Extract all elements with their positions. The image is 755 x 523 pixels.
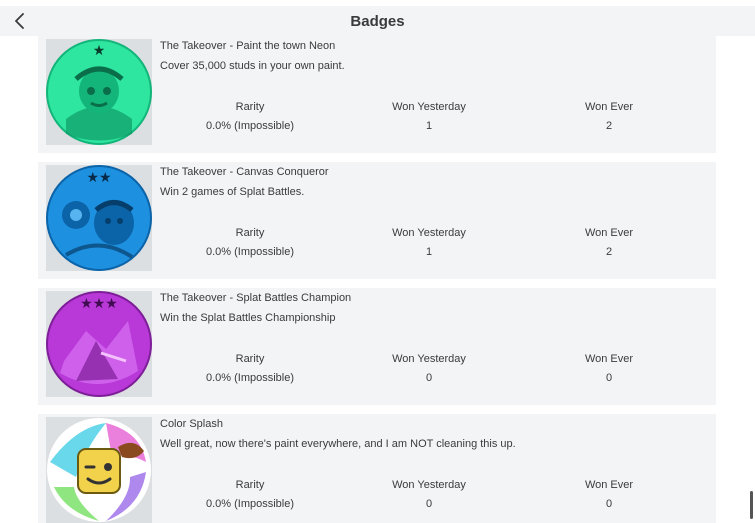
page-title: Badges xyxy=(350,13,405,30)
badge-description: Win 2 games of Splat Battles. xyxy=(160,186,305,198)
badge-list[interactable]: ★ The Takeover - Paint the town Neon Cov… xyxy=(38,36,716,523)
badge-image: ★ xyxy=(46,39,152,145)
won-ever-label: Won Ever xyxy=(584,227,634,239)
badge-image: ★★★ xyxy=(46,291,152,397)
won-ever-stat: Won Ever 2 xyxy=(534,101,684,132)
won-ever-stat: Won Ever 0 xyxy=(534,479,684,510)
badge-thumbnail[interactable]: ★★★ xyxy=(46,291,152,397)
badge-image xyxy=(46,417,152,523)
won-ever-stat: Won Ever 2 xyxy=(534,227,684,258)
won-ever-label: Won Ever xyxy=(584,101,634,113)
won-yesterday-stat: Won Yesterday 1 xyxy=(354,101,504,132)
won-yesterday-value: 1 xyxy=(425,120,433,132)
badge-thumbnail[interactable] xyxy=(46,417,152,523)
badge-stars: ★ xyxy=(93,43,106,59)
won-ever-label: Won Ever xyxy=(584,479,634,491)
rarity-label: Rarity xyxy=(235,101,265,113)
rarity-value: 0.0% (Impossible) xyxy=(205,120,295,132)
won-yesterday-label: Won Yesterday xyxy=(392,353,466,365)
badge-stars: ★★ xyxy=(86,170,111,186)
badge-card[interactable]: Color Splash Well great, now there's pai… xyxy=(38,414,716,523)
won-yesterday-label: Won Yesterday xyxy=(392,101,466,113)
top-bar: Badges xyxy=(0,6,755,36)
won-yesterday-value: 1 xyxy=(425,246,433,258)
badge-thumbnail[interactable]: ★ xyxy=(46,39,152,145)
won-yesterday-stat: Won Yesterday 1 xyxy=(354,227,504,258)
badge-description: Cover 35,000 studs in your own paint. xyxy=(160,60,345,72)
rarity-stat: Rarity 0.0% (Impossible) xyxy=(175,227,325,258)
won-ever-stat: Won Ever 0 xyxy=(534,353,684,384)
badge-stars: ★★★ xyxy=(80,296,118,312)
rarity-label: Rarity xyxy=(235,353,265,365)
rarity-stat: Rarity 0.0% (Impossible) xyxy=(175,353,325,384)
rarity-value: 0.0% (Impossible) xyxy=(205,372,295,384)
won-ever-value: 2 xyxy=(605,246,613,258)
won-yesterday-value: 0 xyxy=(425,372,433,384)
won-ever-label: Won Ever xyxy=(584,353,634,365)
badge-name: The Takeover - Splat Battles Champion xyxy=(160,292,352,304)
badge-thumbnail[interactable]: ★★ xyxy=(46,165,152,271)
badge-card[interactable]: ★★ The Takeover - Canvas Conqueror Win 2… xyxy=(38,162,716,279)
badge-description: Well great, now there's paint everywhere… xyxy=(160,438,516,450)
scrollbar-thumb[interactable] xyxy=(750,491,753,519)
badge-image: ★★ xyxy=(46,165,152,271)
won-yesterday-stat: Won Yesterday 0 xyxy=(354,479,504,510)
rarity-value: 0.0% (Impossible) xyxy=(205,246,295,258)
badge-name: The Takeover - Paint the town Neon xyxy=(160,40,336,52)
won-ever-value: 2 xyxy=(605,120,613,132)
rarity-label: Rarity xyxy=(235,227,265,239)
won-ever-value: 0 xyxy=(605,498,613,510)
won-yesterday-label: Won Yesterday xyxy=(392,227,466,239)
rarity-stat: Rarity 0.0% (Impossible) xyxy=(175,479,325,510)
rarity-stat: Rarity 0.0% (Impossible) xyxy=(175,101,325,132)
badge-card[interactable]: ★ The Takeover - Paint the town Neon Cov… xyxy=(38,36,716,153)
won-yesterday-stat: Won Yesterday 0 xyxy=(354,353,504,384)
badge-name: Color Splash xyxy=(160,418,223,430)
rarity-label: Rarity xyxy=(235,479,265,491)
rarity-value: 0.0% (Impossible) xyxy=(205,498,295,510)
won-yesterday-label: Won Yesterday xyxy=(392,479,466,491)
won-ever-value: 0 xyxy=(605,372,613,384)
won-yesterday-value: 0 xyxy=(425,498,433,510)
badge-description: Win the Splat Battles Championship xyxy=(160,312,336,324)
badge-card[interactable]: ★★★ The Takeover - Splat Battles Champio… xyxy=(38,288,716,405)
badge-name: The Takeover - Canvas Conqueror xyxy=(160,166,329,178)
